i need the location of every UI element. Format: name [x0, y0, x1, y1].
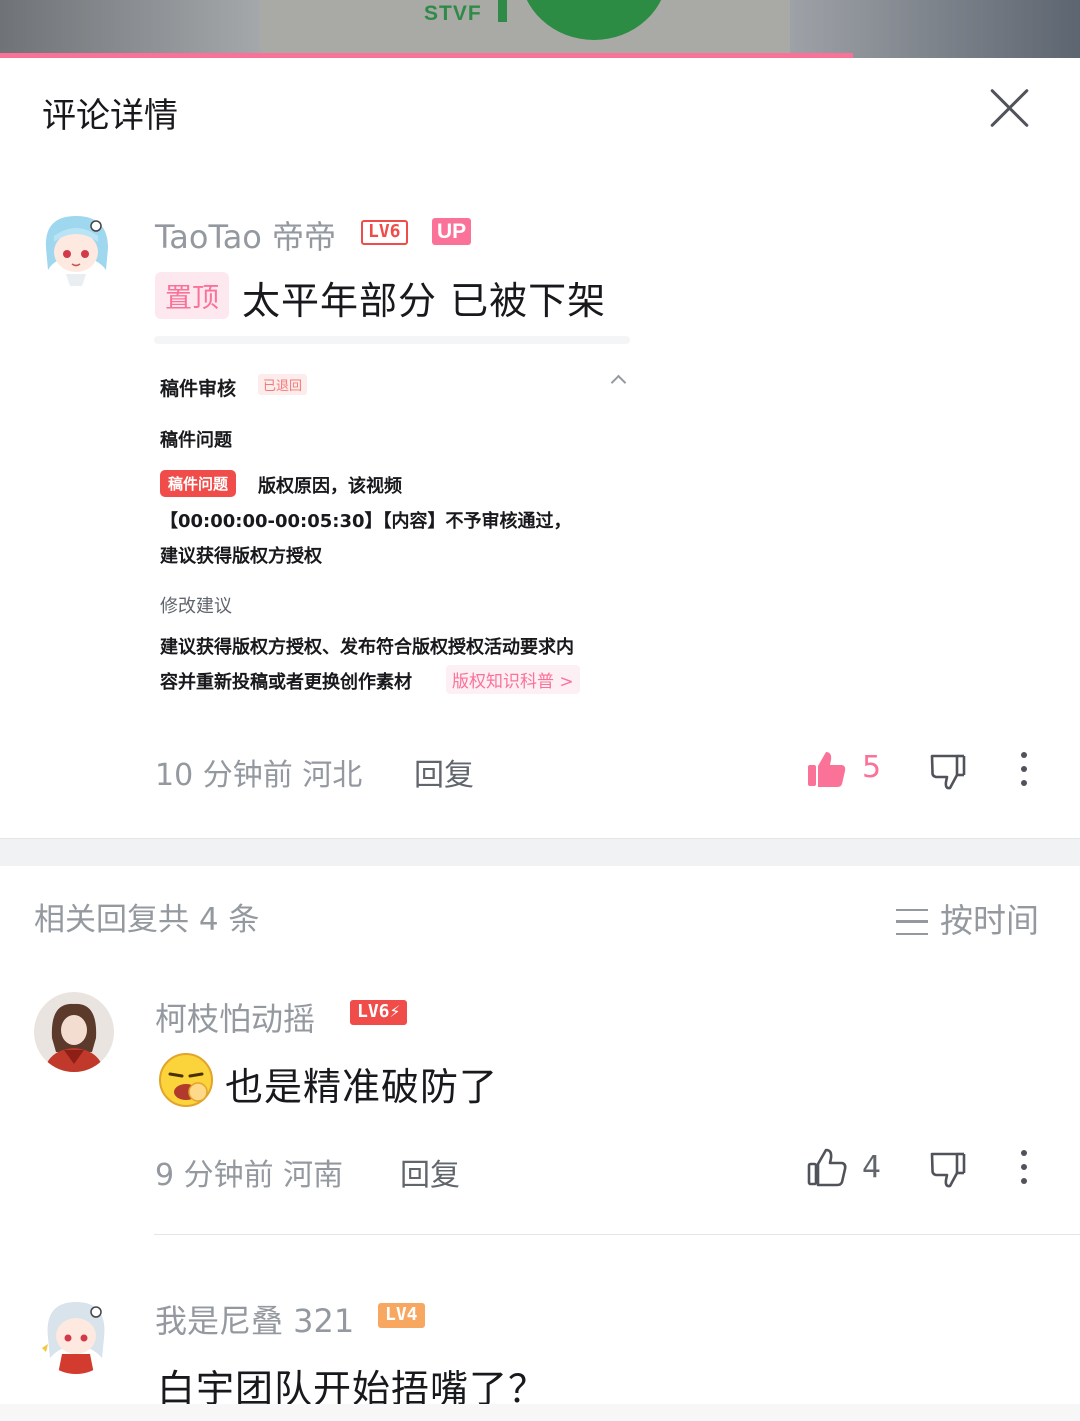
- pinned-tag: 置顶: [155, 272, 229, 319]
- reply-divider: [154, 1234, 1080, 1235]
- thumbs-down-icon[interactable]: [928, 1150, 968, 1190]
- sort-icon: [896, 909, 928, 935]
- avatar[interactable]: [34, 992, 114, 1072]
- suggestion-line: 容并重新投稿或者更换创作素材: [160, 672, 412, 693]
- level-badge: LV6⚡: [350, 1000, 408, 1025]
- review-title: 稿件审核: [160, 378, 237, 400]
- comment-username[interactable]: TaoTao 帝帝: [155, 212, 336, 258]
- avatar[interactable]: [36, 208, 116, 288]
- level-badge: LV6: [361, 220, 408, 245]
- more-options-icon[interactable]: [1018, 752, 1030, 790]
- comment-username[interactable]: 我是尼叠 321: [155, 1296, 354, 1342]
- video-frame-left: [0, 0, 260, 58]
- video-frame-center: [260, 0, 790, 58]
- up-badge: UP: [432, 218, 472, 245]
- reply-count-label: 相关回复共 4 条: [34, 902, 260, 938]
- more-options-icon[interactable]: [1018, 1150, 1030, 1188]
- video-player-strip[interactable]: STVF: [0, 0, 1080, 58]
- reply-button[interactable]: 回复: [400, 1150, 460, 1194]
- review-status-tag: 已退回: [258, 374, 308, 395]
- copyright-info-link: 版权知识科普 >: [446, 665, 580, 694]
- comment-detail-sheet: 评论详情 TaoTao 帝帝 LV6 UP 置顶 太平年部分 已被下架 稿件审核…: [0, 58, 1080, 1421]
- avatar[interactable]: [36, 1294, 116, 1374]
- comment-meta: 10 分钟前 河北: [155, 758, 363, 793]
- video-overlay-text: STVF: [424, 2, 482, 25]
- review-screenshot-card: 稿件审核 已退回 稿件问题 稿件问题 版权原因，该视频 【00:00:00-00…: [154, 336, 630, 694]
- chevron-up-icon: [610, 374, 627, 391]
- level-badge: LV4: [378, 1303, 425, 1328]
- thumbs-down-icon[interactable]: [928, 752, 968, 792]
- like-count: 4: [862, 1150, 882, 1185]
- comment-text: 太平年部分 已被下架: [242, 279, 607, 323]
- close-icon[interactable]: [986, 84, 1032, 130]
- emoji-sticker: [158, 1052, 214, 1108]
- video-logo-bar: [498, 0, 507, 22]
- issue-line: 建议获得版权方授权: [160, 546, 322, 567]
- thumbs-up-icon[interactable]: [806, 1146, 848, 1188]
- like-count: 5: [862, 750, 882, 785]
- card-top-line: [154, 336, 630, 344]
- sort-by-time-button[interactable]: 按时间: [896, 894, 1039, 942]
- suggestion-label: 修改建议: [160, 596, 232, 617]
- issue-label: 稿件问题: [160, 430, 232, 451]
- section-divider: [0, 838, 1080, 866]
- panel-title: 评论详情: [42, 96, 178, 136]
- issue-line: 版权原因，该视频: [258, 476, 402, 497]
- reply-button[interactable]: 回复: [414, 750, 474, 794]
- issue-line: 【00:00:00-00:05:30】【内容】不予审核通过，: [160, 511, 572, 532]
- video-frame-right: [790, 0, 1080, 58]
- issue-tag: 稿件问题: [160, 470, 237, 497]
- sort-label: 按时间: [940, 901, 1039, 940]
- comment-meta: 9 分钟前 河南: [155, 1158, 344, 1193]
- bottom-edge: [0, 1404, 1080, 1421]
- comment-username[interactable]: 柯枝怕动摇: [155, 994, 315, 1040]
- comment-text: 也是精准破防了: [225, 1065, 499, 1109]
- thumbs-up-icon[interactable]: [806, 748, 848, 790]
- suggestion-line: 建议获得版权方授权、发布符合版权授权活动要求内: [160, 637, 574, 658]
